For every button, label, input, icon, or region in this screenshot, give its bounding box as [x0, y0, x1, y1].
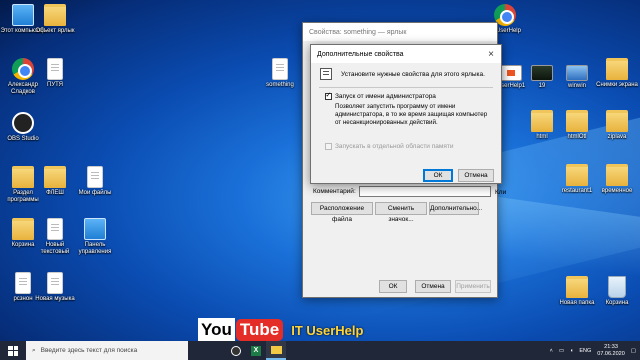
- separate-memory-checkbox: [325, 143, 332, 150]
- document-icon: [47, 58, 63, 80]
- youtube-logo-you: You: [198, 318, 235, 342]
- properties-titlebar: Свойства: something — ярлык: [303, 23, 497, 41]
- intro-text: Установите нужные свойства для этого ярл…: [341, 71, 485, 78]
- excel-icon: X: [251, 345, 261, 356]
- change-icon-button[interactable]: Сменить значок...: [375, 202, 427, 223]
- document-icon: [15, 272, 31, 294]
- taskbar-app-explorer[interactable]: [266, 341, 286, 360]
- advanced-title: Дополнительные свойства: [317, 50, 404, 58]
- recycle-bin-icon: [608, 276, 626, 298]
- properties-apply-button[interactable]: Применить: [455, 280, 491, 293]
- youtube-watermark: You Tube IT UserHelp: [198, 318, 363, 342]
- folder-icon: [566, 164, 588, 186]
- system-tray: ˄ ▭ ◖ ENG 21:33 07.06.2020 ▢: [550, 344, 640, 358]
- run-as-admin-label: Запуск от имени администратора: [335, 93, 436, 100]
- desktop-icon-shortcut[interactable]: Объект ярлык: [32, 4, 78, 35]
- folder-icon: [606, 110, 628, 132]
- run-as-admin-checkbox[interactable]: [325, 91, 332, 100]
- advanced-button[interactable]: Дополнительно...: [429, 202, 482, 215]
- folder-icon: [44, 166, 66, 188]
- document-icon: [47, 272, 63, 294]
- file-explorer-icon: [270, 345, 282, 354]
- obs-icon: [231, 345, 241, 356]
- folder-icon: [531, 110, 553, 132]
- advanced-ok-button[interactable]: ОК: [423, 169, 453, 182]
- taskbar-search-box[interactable]: ⌕ Введите здесь текст для поиска: [26, 341, 188, 360]
- chevron-up-icon[interactable]: ˄: [550, 348, 553, 354]
- computer-icon: [12, 4, 34, 26]
- obs-icon: [12, 112, 34, 134]
- run-as-admin-description: Позволяет запустить программу от имени а…: [335, 103, 488, 126]
- taskbar-app-excel[interactable]: X: [246, 341, 266, 360]
- folder-icon: [12, 218, 34, 240]
- separator: [319, 87, 493, 88]
- folder-icon: [606, 164, 628, 186]
- folder-icon: [566, 110, 588, 132]
- volume-icon[interactable]: ◖: [570, 348, 573, 354]
- advanced-titlebar: Дополнительные свойства ×: [311, 45, 501, 63]
- folder-icon: [566, 276, 588, 298]
- desktop-icon-ziplava[interactable]: ziplava: [594, 110, 640, 141]
- desktop-icon-obs[interactable]: OBS Studio: [0, 112, 46, 143]
- document-icon: [87, 166, 103, 188]
- image-thumbnail-icon: [531, 65, 553, 81]
- clock-time: 21:33: [604, 343, 618, 350]
- comment-input[interactable]: [359, 186, 491, 197]
- clock-date: 07.06.2020: [597, 350, 625, 357]
- desktop-icon-document[interactable]: Мои файлы: [72, 166, 118, 197]
- folder-icon: [606, 58, 628, 80]
- windows-logo-icon: [8, 345, 18, 356]
- advanced-cancel-button[interactable]: Отмена: [458, 169, 494, 182]
- properties-title: Свойства: something — ярлык: [309, 28, 407, 36]
- folder-icon: [12, 166, 34, 188]
- side-label: Кли: [495, 189, 507, 196]
- folder-icon: [44, 4, 66, 26]
- desktop-icon-screenshots[interactable]: Снимки экрана: [594, 58, 640, 89]
- image-thumbnail-icon: [566, 65, 588, 81]
- document-icon: [47, 218, 63, 240]
- control-panel-icon: [84, 218, 106, 240]
- start-button[interactable]: [0, 341, 26, 360]
- clock[interactable]: 21:33 07.06.2020: [597, 344, 625, 358]
- close-icon[interactable]: ×: [481, 49, 501, 60]
- taskbar: ⌕ Введите здесь текст для поиска X ˄ ▭ ◖…: [0, 341, 640, 360]
- chrome-icon: [12, 58, 34, 80]
- advanced-properties-dialog: Дополнительные свойства × Установите нуж…: [310, 44, 502, 184]
- comment-label: Комментарий:: [313, 188, 356, 195]
- search-icon: ⌕: [32, 346, 36, 354]
- separate-memory-label: Запускать в отдельной области памяти: [335, 143, 454, 150]
- language-indicator[interactable]: ENG: [579, 348, 591, 354]
- channel-name: IT UserHelp: [291, 322, 364, 338]
- notifications-icon[interactable]: ▢: [631, 348, 636, 354]
- shortcut-icon: [272, 58, 288, 80]
- search-placeholder: Введите здесь текст для поиска: [40, 347, 138, 354]
- youtube-logo-tube: Tube: [235, 319, 284, 341]
- desktop-icon-control-panel[interactable]: Панель управления: [72, 218, 118, 256]
- properties-ok-button[interactable]: ОК: [379, 280, 407, 293]
- taskbar-app-obs[interactable]: [226, 341, 246, 360]
- properties-cancel-button[interactable]: Отмена: [415, 280, 451, 293]
- properties-list-icon: [320, 68, 332, 80]
- desktop-icon-temp[interactable]: временное: [594, 164, 640, 195]
- file-location-button[interactable]: Расположение файла: [311, 202, 373, 223]
- desktop-icon-recycle-bin[interactable]: Корзина: [594, 276, 640, 307]
- desktop-icon-folder[interactable]: Новая музыка: [32, 272, 78, 303]
- desktop-icon-document[interactable]: ПУТЯ: [32, 58, 78, 89]
- desktop-icon-something[interactable]: something: [257, 58, 303, 89]
- network-icon[interactable]: ▭: [559, 348, 564, 354]
